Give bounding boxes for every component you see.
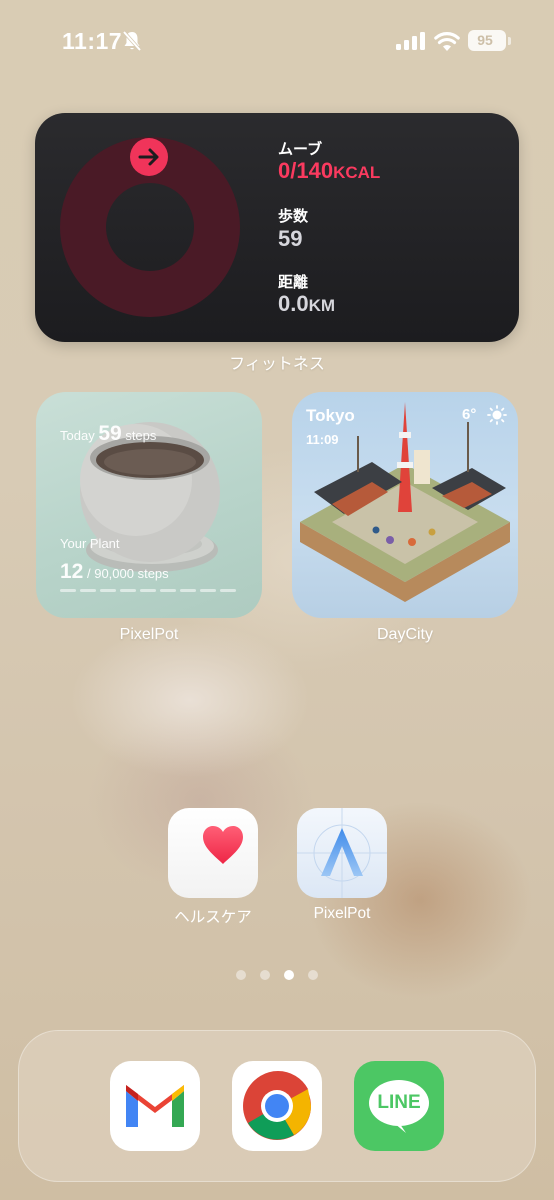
status-time: 11:17 bbox=[62, 28, 123, 54]
daycity-widget[interactable]: Tokyo 11:09 6° bbox=[292, 392, 518, 618]
pixelpot-app-label: PixelPot bbox=[313, 905, 371, 922]
daycity-city: Tokyo bbox=[306, 406, 355, 425]
status-bar: 11:17 95 bbox=[0, 0, 554, 84]
pixelpot-widget-caption: PixelPot bbox=[119, 626, 179, 643]
page-dot-4[interactable] bbox=[308, 970, 318, 980]
move-label: ムーブ bbox=[278, 141, 323, 158]
health-app-label: ヘルスケア bbox=[174, 909, 252, 926]
today-steps-number: 59 bbox=[98, 422, 122, 445]
pixelpot-a-icon bbox=[297, 808, 387, 898]
plant-progress-bar bbox=[60, 589, 240, 593]
today-steps: Today 59 steps bbox=[60, 422, 156, 446]
line-logo-text: LINE bbox=[377, 1092, 421, 1113]
your-plant-label: Your Plant bbox=[60, 536, 120, 551]
gmail-app[interactable] bbox=[110, 1061, 200, 1151]
silent-bell-icon bbox=[122, 30, 142, 52]
page-dot-2[interactable] bbox=[260, 970, 270, 980]
gmail-icon bbox=[126, 1085, 184, 1127]
move-arrow-icon bbox=[130, 138, 168, 176]
pixelpot-app[interactable] bbox=[297, 808, 387, 898]
distance-unit: KM bbox=[308, 296, 336, 315]
today-steps-unit: steps bbox=[125, 428, 157, 443]
pixelpot-widget[interactable]: Today 59 steps Your Plant 12 / 90,000 st… bbox=[36, 392, 262, 618]
plant-steps-goal: / 90,000 steps bbox=[86, 566, 169, 581]
battery-level: 95 bbox=[477, 32, 493, 48]
distance-label: 距離 bbox=[278, 274, 309, 291]
distance-value-number: 0.0 bbox=[278, 291, 309, 316]
battery-icon: 95 bbox=[468, 30, 506, 51]
distance-value: 0.0KM bbox=[278, 291, 335, 317]
plant-steps-number: 12 bbox=[60, 560, 84, 583]
sun-icon bbox=[487, 405, 507, 425]
today-label: Today bbox=[60, 428, 95, 443]
steps-label: 歩数 bbox=[278, 208, 309, 225]
heart-icon bbox=[203, 826, 243, 864]
chrome-app[interactable] bbox=[232, 1061, 322, 1151]
wifi-icon bbox=[434, 32, 460, 51]
steps-value: 59 bbox=[278, 226, 303, 251]
chrome-icon bbox=[243, 1071, 311, 1140]
battery-tip bbox=[508, 37, 511, 45]
line-app[interactable]: LINE bbox=[354, 1061, 444, 1151]
health-app[interactable] bbox=[168, 808, 258, 898]
daycity-time: 11:09 bbox=[306, 432, 339, 447]
daycity-widget-caption: DayCity bbox=[376, 626, 433, 643]
daycity-temperature: 6° bbox=[462, 406, 477, 423]
cellular-signal-icon bbox=[396, 32, 425, 50]
plant-steps: 12 / 90,000 steps bbox=[60, 560, 169, 584]
fitness-caption: フィットネス bbox=[229, 356, 325, 373]
move-unit: KCAL bbox=[333, 163, 381, 182]
move-value-number: 0/140 bbox=[278, 158, 334, 183]
page-dot-3-current[interactable] bbox=[284, 970, 294, 980]
page-dot-1[interactable] bbox=[236, 970, 246, 980]
move-value: 0/140KCAL bbox=[278, 158, 380, 184]
